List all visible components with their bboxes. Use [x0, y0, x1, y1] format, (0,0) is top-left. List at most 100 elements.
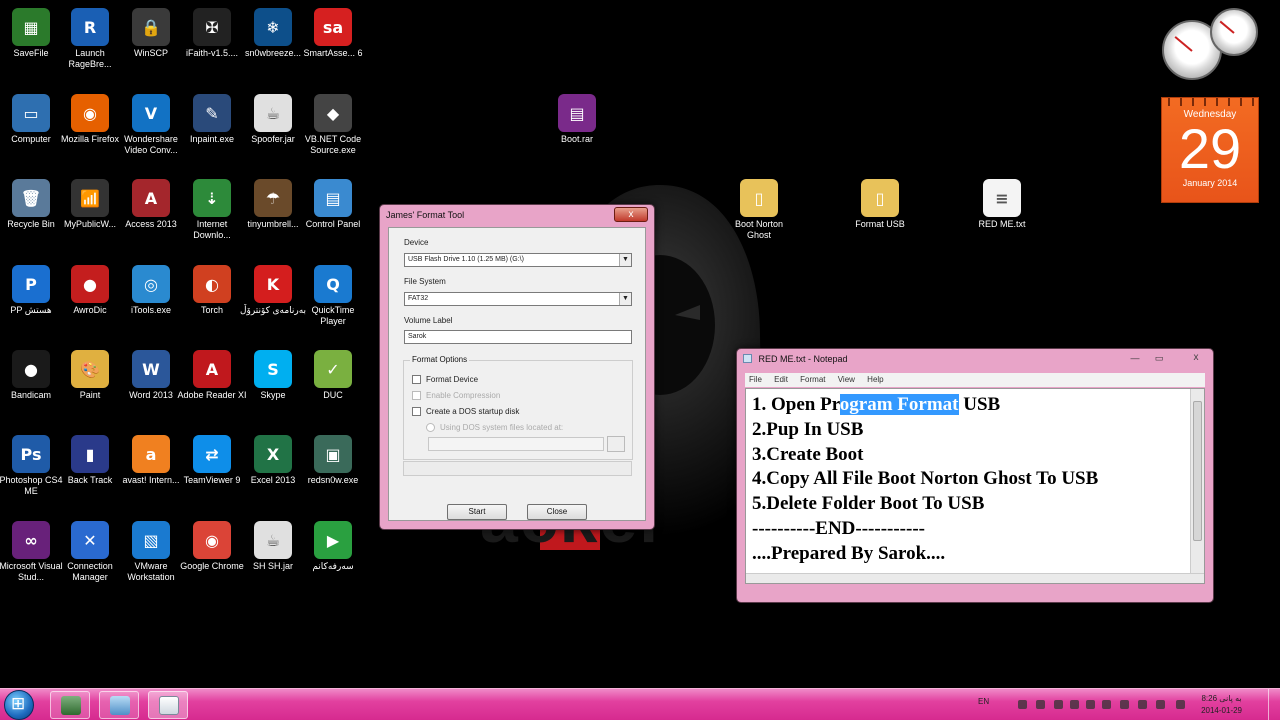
menu-help[interactable]: Help — [867, 375, 883, 384]
app-icon[interactable]: 🗑 — [12, 179, 50, 217]
tray-network-icon[interactable] — [1018, 700, 1027, 709]
format-tool-titlebar[interactable]: James' Format Tool x — [380, 205, 654, 225]
app-icon[interactable]: ☕ — [254, 521, 292, 559]
app-icon[interactable]: ⇣ — [193, 179, 231, 217]
memory-meter-gadget[interactable] — [1210, 8, 1258, 56]
app-icon[interactable]: ✕ — [71, 521, 109, 559]
desktop-icon[interactable]: ▣ redsn0w.exe — [296, 431, 370, 513]
filesystem-select[interactable]: FAT32 ▼ — [404, 292, 632, 306]
tray-volume-icon[interactable] — [1176, 700, 1185, 709]
app-icon[interactable]: 🎨 — [71, 350, 109, 388]
taskbar-app-notepad[interactable] — [148, 691, 188, 719]
tray-app-icon[interactable] — [1086, 700, 1095, 709]
close-button[interactable]: Close — [527, 504, 587, 520]
format-tool-close-x-button[interactable]: x — [614, 207, 648, 222]
app-icon[interactable]: ▤ — [558, 94, 596, 132]
dos-files-path-input[interactable] — [428, 437, 604, 451]
radio-circle[interactable] — [426, 423, 435, 432]
notepad-window[interactable]: RED ME.txt - Notepad — ▭ x File Edit For… — [736, 348, 1214, 603]
app-icon[interactable]: ≡ — [983, 179, 1021, 217]
app-icon[interactable]: sa — [314, 8, 352, 46]
tray-app-icon[interactable] — [1070, 700, 1079, 709]
app-icon[interactable]: X — [254, 435, 292, 473]
menu-format[interactable]: Format — [800, 375, 825, 384]
app-icon[interactable]: ◎ — [132, 265, 170, 303]
chevron-down-icon[interactable]: ▼ — [619, 254, 631, 266]
taskbar-app-user[interactable] — [50, 691, 90, 719]
app-icon[interactable]: ◐ — [193, 265, 231, 303]
calendar-gadget[interactable]: Wednesday 29 January 2014 — [1161, 97, 1259, 203]
app-icon[interactable]: V — [132, 94, 170, 132]
desktop-icon[interactable]: ✓ DUC — [296, 346, 370, 428]
volume-label-input[interactable]: Sarok — [404, 330, 632, 344]
app-icon[interactable]: ✓ — [314, 350, 352, 388]
checkbox-box[interactable] — [412, 391, 421, 400]
app-icon[interactable]: ▤ — [314, 179, 352, 217]
notepad-content[interactable]: 1. Open Program Format USB 2.Pup In USB … — [752, 393, 1098, 567]
dos-files-radio[interactable]: Using DOS system files located at: — [426, 423, 563, 432]
dos-startup-checkbox[interactable]: Create a DOS startup disk — [412, 407, 519, 416]
app-icon[interactable]: Q — [314, 265, 352, 303]
menu-view[interactable]: View — [838, 375, 855, 384]
app-icon[interactable]: a — [132, 435, 170, 473]
app-icon[interactable]: ⇄ — [193, 435, 231, 473]
app-icon[interactable]: Ps — [12, 435, 50, 473]
language-indicator[interactable]: EN — [978, 697, 989, 706]
device-select[interactable]: USB Flash Drive 1.10 (1.25 MB) (G:\) ▼ — [404, 253, 632, 267]
notepad-close-x-button[interactable]: x — [1185, 351, 1207, 366]
app-icon[interactable]: ▦ — [12, 8, 50, 46]
maximize-button[interactable]: ▭ — [1149, 352, 1169, 365]
tray-app-icon[interactable] — [1054, 700, 1063, 709]
desktop-icon[interactable]: ▤ Boot.rar — [540, 90, 614, 172]
tray-signal-icon[interactable] — [1156, 700, 1165, 709]
app-icon[interactable]: ▯ — [861, 179, 899, 217]
compression-checkbox[interactable]: Enable Compression — [412, 391, 500, 400]
app-icon[interactable]: ▭ — [12, 94, 50, 132]
desktop-icon[interactable]: ◆ VB.NET Code Source.exe — [296, 90, 370, 172]
desktop-icon[interactable]: sa SmartAsse... 6 — [296, 4, 370, 86]
desktop-icon[interactable]: ▯ Format USB — [843, 175, 917, 257]
show-desktop-button[interactable] — [1268, 689, 1280, 720]
scrollbar-thumb[interactable] — [1193, 401, 1202, 541]
notepad-text-area[interactable]: 1. Open Program Format USB 2.Pup In USB … — [745, 388, 1205, 584]
desktop-icon[interactable]: Q QuickTime Player — [296, 261, 370, 343]
checkbox-box[interactable] — [412, 407, 421, 416]
app-icon[interactable]: ▣ — [314, 435, 352, 473]
desktop-icon[interactable]: ▶ سەرفەکانم — [296, 517, 370, 599]
tray-bluetooth-icon[interactable] — [1120, 700, 1129, 709]
app-icon[interactable]: ▯ — [740, 179, 778, 217]
app-icon[interactable]: P — [12, 265, 50, 303]
tray-app-icon[interactable] — [1102, 700, 1111, 709]
desktop-icon[interactable]: ▤ Control Panel — [296, 175, 370, 257]
app-icon[interactable]: ✎ — [193, 94, 231, 132]
browse-button[interactable] — [607, 436, 625, 452]
checkbox-box[interactable] — [412, 375, 421, 384]
app-icon[interactable]: 📶 — [71, 179, 109, 217]
app-icon[interactable]: ◆ — [314, 94, 352, 132]
app-icon[interactable]: ☕ — [254, 94, 292, 132]
format-device-checkbox[interactable]: Format Device — [412, 375, 478, 384]
app-icon[interactable]: ▮ — [71, 435, 109, 473]
desktop-icon[interactable]: ▯ Boot Norton Ghost — [722, 175, 796, 257]
desktop-icon[interactable]: ≡ RED ME.txt — [965, 175, 1039, 257]
vertical-scrollbar[interactable] — [1190, 389, 1204, 573]
app-icon[interactable]: ● — [71, 265, 109, 303]
app-icon[interactable]: K — [254, 265, 292, 303]
app-icon[interactable]: ❄ — [254, 8, 292, 46]
app-icon[interactable]: ☂ — [254, 179, 292, 217]
menu-file[interactable]: File — [749, 375, 762, 384]
app-icon[interactable]: R — [71, 8, 109, 46]
format-tool-window[interactable]: James' Format Tool x Device USB Flash Dr… — [379, 204, 655, 530]
notepad-titlebar[interactable]: RED ME.txt - Notepad — ▭ x — [737, 349, 1213, 369]
start-button[interactable] — [4, 690, 34, 720]
app-icon[interactable]: ∞ — [12, 521, 50, 559]
horizontal-scrollbar[interactable] — [746, 573, 1204, 583]
taskbar-clock[interactable]: 8:26 به پانی 2014-01-29 — [1201, 693, 1242, 717]
app-icon[interactable]: A — [132, 179, 170, 217]
app-icon[interactable]: 🔒 — [132, 8, 170, 46]
app-icon[interactable]: ◉ — [71, 94, 109, 132]
start-button[interactable]: Start — [447, 504, 507, 520]
app-icon[interactable]: ▶ — [314, 521, 352, 559]
app-icon[interactable]: ✠ — [193, 8, 231, 46]
app-icon[interactable]: ▧ — [132, 521, 170, 559]
